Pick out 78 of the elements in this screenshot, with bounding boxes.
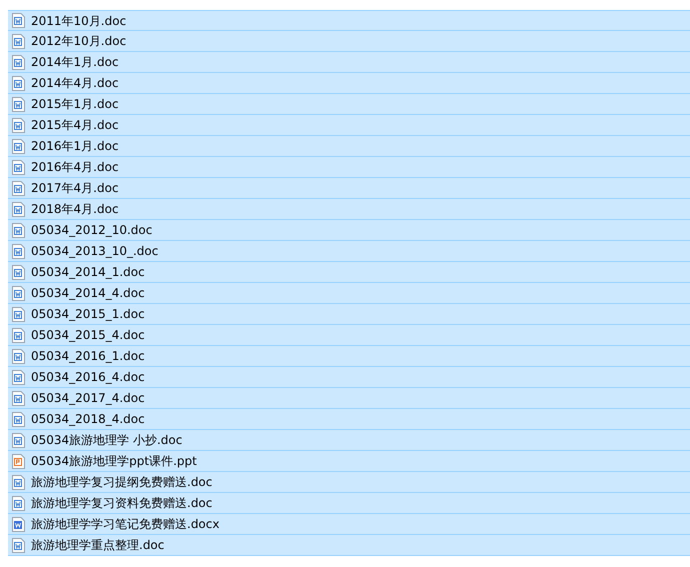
word-document-icon: [12, 76, 25, 90]
file-row[interactable]: 2011年10月.doc: [8, 10, 690, 31]
word-document-icon: [12, 13, 25, 28]
file-name: 2017年4月.doc: [31, 180, 119, 197]
presentation-file-icon: [12, 454, 25, 468]
file-name: 2014年1月.doc: [31, 54, 119, 71]
file-row[interactable]: 05034_2012_10.doc: [8, 220, 690, 241]
word-document-icon: [12, 474, 25, 490]
word-document-icon: [12, 390, 25, 406]
word-document-icon: [12, 222, 25, 238]
file-row[interactable]: 05034_2016_1.doc: [8, 346, 690, 367]
word-document-icon: [12, 138, 25, 154]
file-row[interactable]: 旅游地理学重点整理.doc: [8, 535, 690, 556]
file-name: 05034_2014_4.doc: [31, 285, 145, 302]
file-name: 2016年1月.doc: [31, 138, 119, 155]
file-name: 旅游地理学复习提纲免费赠送.doc: [31, 474, 212, 491]
file-row[interactable]: 2015年4月.doc: [8, 115, 690, 136]
file-row[interactable]: 2018年4月.doc: [8, 199, 690, 220]
word-document-icon: [12, 244, 25, 258]
file-row[interactable]: 05034旅游地理学ppt课件.ppt: [8, 451, 690, 472]
word-document-icon: [12, 96, 25, 112]
file-name: 05034_2013_10_.doc: [31, 243, 158, 260]
word-document-icon: [12, 516, 25, 532]
file-name: 2018年4月.doc: [31, 201, 119, 218]
file-row[interactable]: 05034_2017_4.doc: [8, 388, 690, 409]
file-name: 2015年1月.doc: [31, 96, 119, 113]
file-name: 05034旅游地理学 小抄.doc: [31, 432, 182, 449]
file-name: 2016年4月.doc: [31, 159, 119, 176]
word-document-icon: [12, 432, 25, 448]
word-document-icon: [12, 348, 25, 364]
word-document-icon: [12, 34, 25, 48]
file-row[interactable]: 05034_2014_1.doc: [8, 262, 690, 283]
file-name: 05034旅游地理学ppt课件.ppt: [31, 453, 197, 470]
word-document-icon: [12, 202, 25, 216]
file-row[interactable]: 2016年4月.doc: [8, 157, 690, 178]
file-row[interactable]: 2017年4月.doc: [8, 178, 690, 199]
file-row[interactable]: 05034_2018_4.doc: [8, 409, 690, 430]
file-name: 旅游地理学复习资料免费赠送.doc: [31, 495, 212, 512]
file-name: 旅游地理学重点整理.doc: [31, 537, 164, 554]
word-document-icon: [12, 264, 25, 280]
file-row[interactable]: 旅游地理学复习资料免费赠送.doc: [8, 493, 690, 514]
word-document-icon: [12, 286, 25, 300]
word-document-icon: [12, 160, 25, 174]
file-row[interactable]: 05034_2015_1.doc: [8, 304, 690, 325]
file-row[interactable]: 05034_2015_4.doc: [8, 325, 690, 346]
word-document-icon: [12, 180, 25, 196]
file-name: 05034_2016_4.doc: [31, 369, 145, 386]
file-row[interactable]: 旅游地理学复习提纲免费赠送.doc: [8, 472, 690, 493]
file-row[interactable]: 2015年1月.doc: [8, 94, 690, 115]
word-document-icon: [12, 412, 25, 426]
word-document-icon: [12, 118, 25, 132]
file-name: 2011年10月.doc: [31, 12, 126, 30]
file-row[interactable]: 2016年1月.doc: [8, 136, 690, 157]
file-name: 05034_2016_1.doc: [31, 348, 145, 365]
file-name: 2015年4月.doc: [31, 117, 119, 134]
word-document-icon: [12, 306, 25, 322]
file-row[interactable]: 2014年4月.doc: [8, 73, 690, 94]
file-row[interactable]: 05034_2016_4.doc: [8, 367, 690, 388]
file-row[interactable]: 旅游地理学学习笔记免费赠送.docx: [8, 514, 690, 535]
file-name: 2014年4月.doc: [31, 75, 119, 92]
file-name: 05034_2017_4.doc: [31, 390, 145, 407]
file-row[interactable]: 2012年10月.doc: [8, 31, 690, 52]
file-row[interactable]: 05034旅游地理学 小抄.doc: [8, 430, 690, 451]
word-document-icon: [12, 328, 25, 342]
file-name: 旅游地理学学习笔记免费赠送.docx: [31, 516, 220, 533]
file-name: 05034_2012_10.doc: [31, 222, 152, 239]
word-document-icon: [12, 496, 25, 510]
file-row[interactable]: 05034_2014_4.doc: [8, 283, 690, 304]
file-row[interactable]: 05034_2013_10_.doc: [8, 241, 690, 262]
file-name: 05034_2015_1.doc: [31, 306, 145, 323]
file-name: 05034_2015_4.doc: [31, 327, 145, 344]
file-name: 2012年10月.doc: [31, 33, 126, 50]
word-document-icon: [12, 538, 25, 552]
file-row[interactable]: 2014年1月.doc: [8, 52, 690, 73]
word-document-icon: [12, 370, 25, 384]
file-name: 05034_2014_1.doc: [31, 264, 145, 281]
file-name: 05034_2018_4.doc: [31, 411, 145, 428]
word-document-icon: [12, 54, 25, 70]
